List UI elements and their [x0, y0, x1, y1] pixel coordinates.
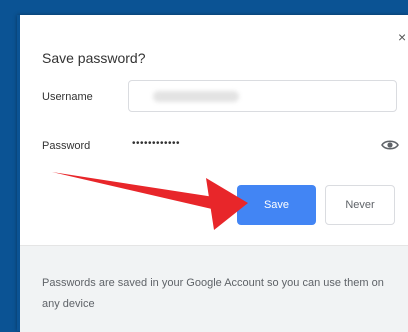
password-label: Password	[42, 140, 91, 152]
dialog-title: Save password?	[42, 50, 146, 66]
save-password-dialog: Save password? × Username Password •••••…	[17, 15, 408, 332]
save-button[interactable]: Save	[237, 185, 316, 225]
password-value: ••••••••••••	[132, 138, 181, 149]
dialog-footer: Passwords are saved in your Google Accou…	[20, 245, 408, 332]
username-blurred-value	[153, 91, 239, 102]
username-label: Username	[42, 91, 93, 103]
never-button[interactable]: Never	[325, 185, 395, 225]
close-icon[interactable]: ×	[398, 29, 408, 45]
username-field[interactable]	[128, 80, 397, 112]
eye-icon[interactable]	[381, 138, 399, 152]
footer-text: Passwords are saved in your Google Accou…	[42, 277, 384, 310]
